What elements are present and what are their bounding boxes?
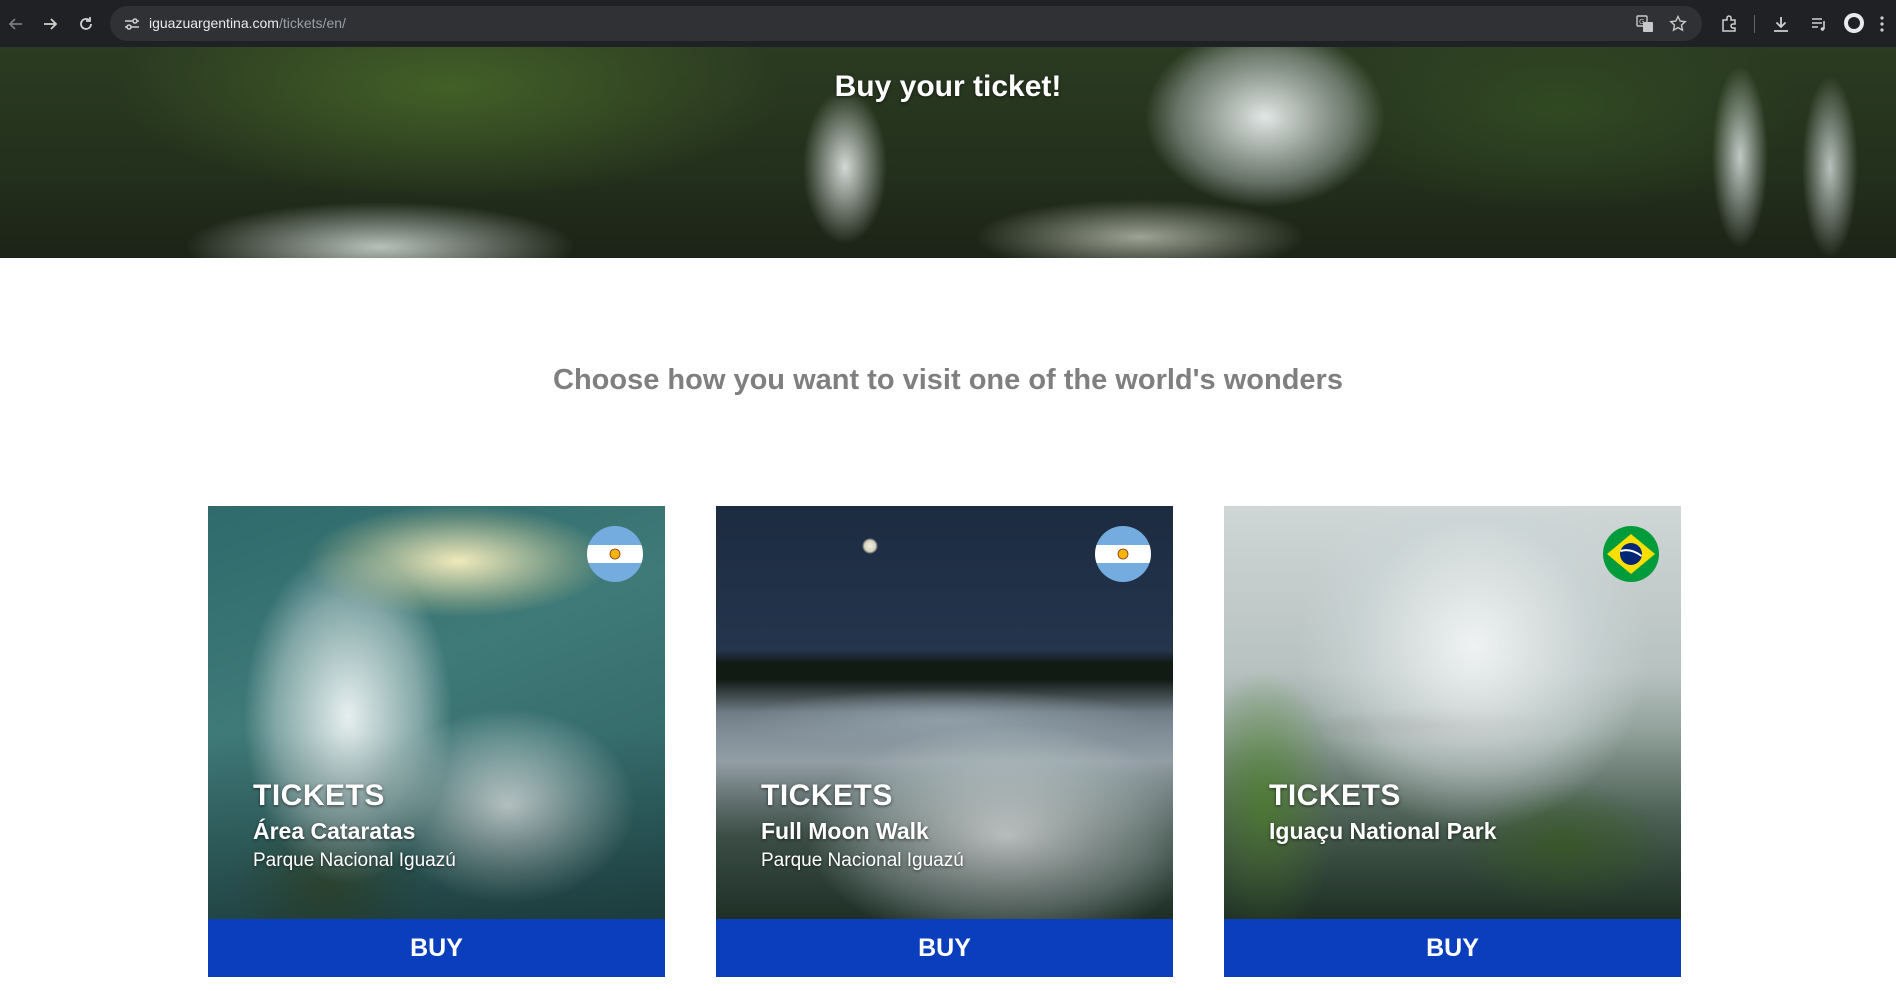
card-text: TICKETS Full Moon Walk Parque Nacional I… [761, 778, 964, 874]
card-park: Parque Nacional Iguazú [761, 850, 964, 871]
toolbar-separator [1754, 15, 1755, 33]
card-image[interactable]: TICKETS Área Cataratas Parque Nacional I… [208, 506, 665, 919]
url-path: /tickets/en/ [278, 15, 346, 31]
ticket-card-iguacu-national-park[interactable]: TICKETS Iguaçu National Park BUY [1224, 506, 1681, 977]
card-image[interactable]: TICKETS Full Moon Walk Parque Nacional I… [716, 506, 1173, 919]
translate-icon[interactable]: G [1634, 13, 1656, 35]
argentina-flag-icon [1095, 526, 1151, 582]
card-image[interactable]: TICKETS Iguaçu National Park [1224, 506, 1681, 919]
card-title: Full Moon Walk [761, 818, 929, 844]
card-text: TICKETS Iguaçu National Park [1269, 778, 1497, 848]
ticket-card-full-moon-walk[interactable]: TICKETS Full Moon Walk Parque Nacional I… [716, 506, 1173, 977]
star-icon[interactable] [1667, 13, 1689, 35]
arrow-right-icon[interactable] [36, 10, 64, 38]
brazil-flag-icon [1603, 526, 1659, 582]
buy-button[interactable]: BUY [208, 919, 665, 977]
tune-icon[interactable] [122, 14, 142, 34]
card-text: TICKETS Área Cataratas Parque Nacional I… [253, 778, 456, 874]
buy-button[interactable]: BUY [716, 919, 1173, 977]
card-kicker: TICKETS [1269, 779, 1401, 812]
reload-icon[interactable] [72, 10, 100, 38]
argentina-flag-icon [587, 526, 643, 582]
arrow-left-icon[interactable] [2, 10, 30, 38]
card-kicker: TICKETS [253, 779, 385, 812]
svg-text:G: G [1639, 18, 1644, 26]
ticket-card-area-cataratas[interactable]: TICKETS Área Cataratas Parque Nacional I… [208, 506, 665, 977]
hero-title: Buy your ticket! [834, 70, 1062, 103]
card-title: Área Cataratas [253, 818, 416, 844]
playlist-icon[interactable] [1806, 11, 1832, 37]
kebab-menu-icon[interactable] [1872, 11, 1892, 37]
address-bar[interactable]: iguazuargentina.com/tickets/en/ G [110, 6, 1702, 41]
url-text: iguazuargentina.com/tickets/en/ [149, 15, 346, 31]
buy-button[interactable]: BUY [1224, 919, 1681, 977]
profile-icon[interactable] [1844, 13, 1864, 33]
hero-banner: Buy your ticket! [0, 47, 1896, 258]
page-subtitle: Choose how you want to visit one of the … [553, 364, 1343, 396]
browser-toolbar: iguazuargentina.com/tickets/en/ G [0, 0, 1896, 47]
card-title: Iguaçu National Park [1269, 818, 1497, 844]
puzzle-icon[interactable] [1716, 11, 1742, 37]
url-domain: iguazuargentina.com [149, 15, 279, 31]
download-icon[interactable] [1768, 11, 1794, 37]
card-park: Parque Nacional Iguazú [253, 850, 456, 871]
card-kicker: TICKETS [761, 779, 893, 812]
